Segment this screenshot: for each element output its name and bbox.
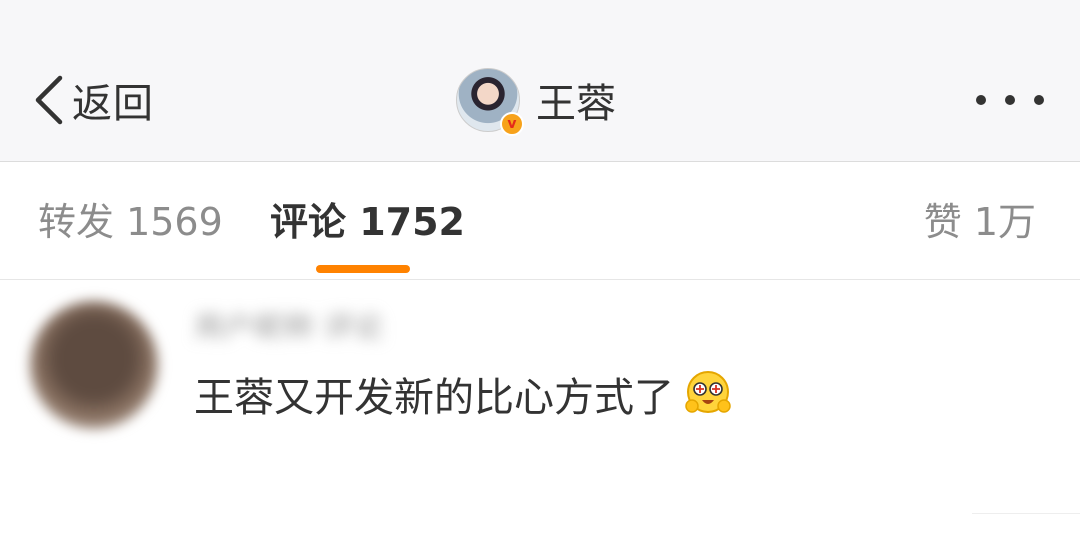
comment-text-row: 王蓉又开发新的比心方式了	[194, 365, 734, 423]
commenter-avatar[interactable]	[30, 301, 158, 429]
top-navbar: 返回 v 王蓉	[0, 0, 1080, 162]
comment-item[interactable]: 用户昵称 评论 王蓉又开发新的比心方式了	[0, 281, 1080, 536]
chevron-left-icon	[35, 75, 63, 125]
profile-name[interactable]: 王蓉	[536, 71, 616, 129]
divider	[972, 513, 1080, 514]
interaction-tabs: 转发 1569 评论 1752 赞 1万	[0, 162, 1080, 280]
back-label: 返回	[72, 81, 154, 127]
tab-comment[interactable]: 评论 1752	[270, 194, 465, 250]
tab-like[interactable]: 赞 1万	[924, 194, 1036, 250]
more-dot-icon	[1005, 95, 1015, 105]
tab-repost[interactable]: 转发 1569	[38, 194, 223, 250]
back-button[interactable]: 返回	[30, 72, 154, 128]
commenter-username[interactable]: 用户昵称 评论	[194, 303, 474, 339]
active-tab-indicator	[316, 265, 410, 273]
more-dot-icon	[1034, 95, 1044, 105]
verified-badge-icon: v	[500, 112, 524, 136]
comment-text: 王蓉又开发新的比心方式了	[194, 375, 674, 421]
more-dot-icon	[976, 95, 986, 105]
happy-heart-hands-emoji-icon	[685, 371, 731, 413]
profile-header[interactable]: v 王蓉	[456, 68, 616, 136]
avatar-container[interactable]: v	[456, 68, 524, 136]
more-options-button[interactable]	[976, 90, 1044, 110]
